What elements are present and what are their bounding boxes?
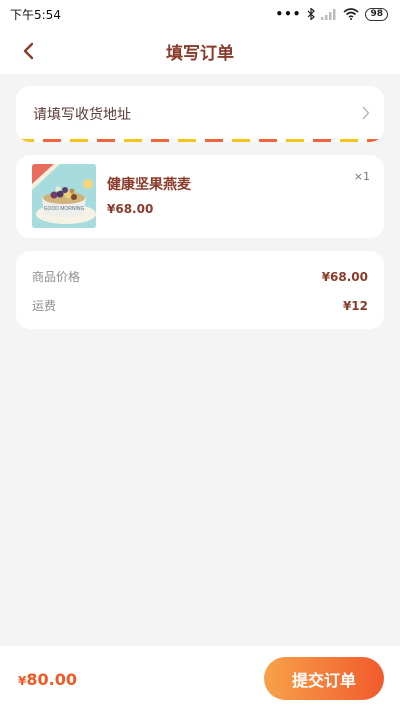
product-name: 健康坚果燕麦 <box>107 177 191 193</box>
address-border-stripe <box>16 139 384 142</box>
more-dots-icon: ••• <box>275 7 302 21</box>
battery-icon: 98 <box>365 7 388 21</box>
summary-row-goods-price: 商品价格 ¥68.00 <box>32 268 368 285</box>
total-amount: 80.00 <box>26 670 77 689</box>
wifi-icon <box>343 8 359 20</box>
page-title: 填写订单 <box>166 43 234 64</box>
summary-label: 商品价格 <box>32 270 81 284</box>
svg-text:GOOD MORNING: GOOD MORNING <box>44 206 85 212</box>
chevron-right-icon <box>362 106 370 120</box>
back-button[interactable] <box>12 36 44 66</box>
address-placeholder: 请填写收货地址 <box>33 107 131 123</box>
status-bar: 下午5:54 ••• 98 <box>0 0 400 28</box>
signal-icon <box>321 9 336 20</box>
product-price: ¥68.00 <box>107 202 154 216</box>
summary-value: ¥12 <box>342 298 368 313</box>
bottom-bar: ¥80.00 提交订单 <box>0 646 400 711</box>
nav-bar: 填写订单 <box>0 28 400 74</box>
status-time: 下午5:54 <box>10 7 61 22</box>
chevron-left-icon <box>23 42 34 60</box>
summary-value: ¥68.00 <box>321 269 368 284</box>
bluetooth-icon <box>308 8 316 20</box>
submit-order-button[interactable]: 提交订单 <box>264 657 384 700</box>
price-summary: 商品价格 ¥68.00 运费 ¥12 <box>16 251 384 329</box>
address-selector[interactable]: 请填写收货地址 <box>16 86 384 142</box>
product-quantity: ×1 <box>353 170 370 183</box>
summary-label: 运费 <box>32 299 57 313</box>
summary-row-shipping: 运费 ¥12 <box>32 297 368 314</box>
product-image: GOOD MORNING <box>32 164 96 228</box>
status-icons: ••• 98 <box>275 7 388 21</box>
total-price: ¥80.00 <box>18 670 77 689</box>
product-item: GOOD MORNING 健康坚果燕麦 ¥68.00 ×1 <box>16 155 384 238</box>
